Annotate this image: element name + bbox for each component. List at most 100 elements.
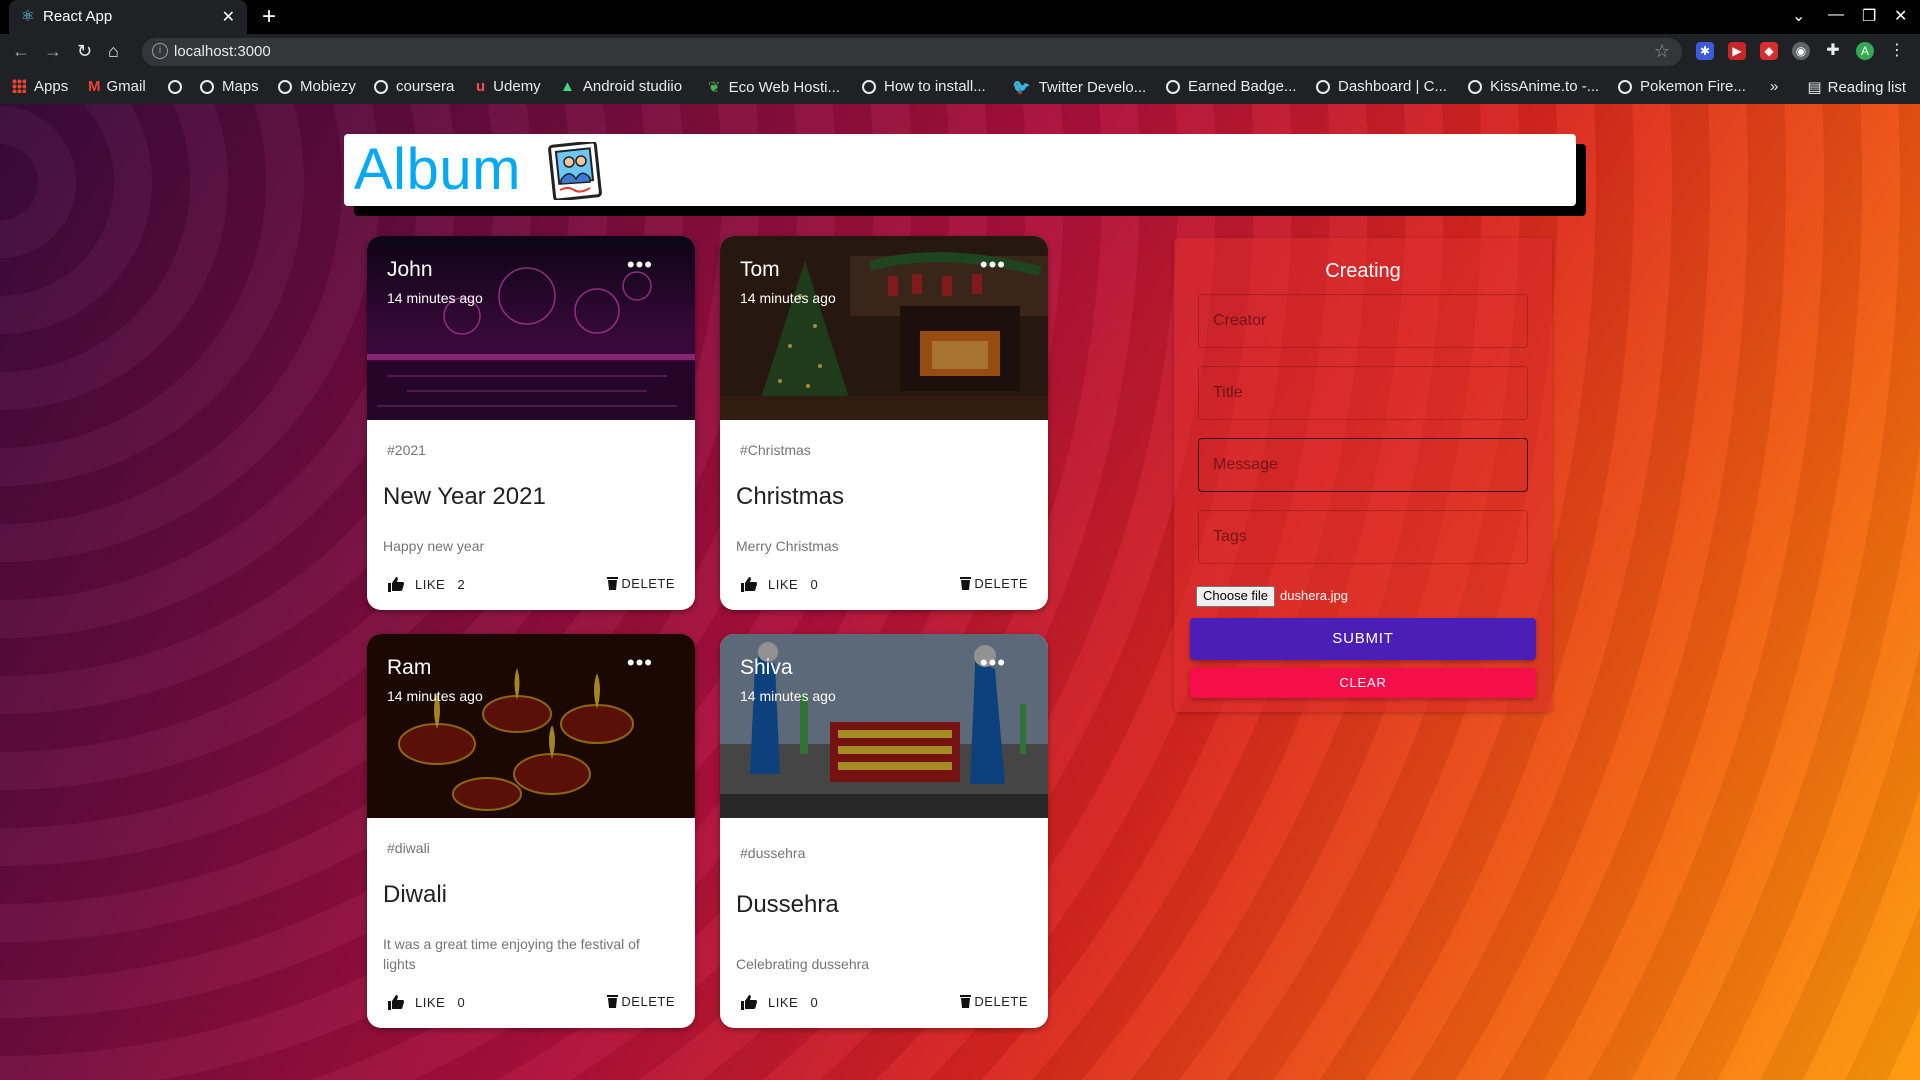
android-icon: ▲ bbox=[560, 78, 575, 95]
post-creator: Shiva bbox=[740, 656, 793, 679]
thumb-up-icon bbox=[741, 995, 758, 1010]
like-count: 0 bbox=[810, 995, 819, 1010]
like-count: 0 bbox=[810, 577, 819, 592]
delete-button[interactable]: DELETE bbox=[960, 576, 1028, 591]
close-tab-icon[interactable]: ✕ bbox=[222, 7, 235, 27]
like-button[interactable]: LIKE 0 bbox=[740, 994, 818, 1010]
post-tags: #Christmas bbox=[740, 442, 811, 458]
tags-field[interactable]: Tags bbox=[1198, 510, 1528, 564]
thumb-up-icon bbox=[388, 995, 405, 1010]
new-tab-icon[interactable]: + bbox=[262, 3, 276, 31]
minimize-icon[interactable]: — bbox=[1828, 6, 1844, 24]
bookmarks-bar: Apps M Gmail Maps Mobiezy coursera u Udemy… bbox=[0, 70, 1920, 105]
create-post-form: Creating Creator Title Message Tags Choo… bbox=[1174, 238, 1552, 712]
profile-avatar[interactable]: A bbox=[1856, 42, 1874, 60]
forward-icon[interactable]: → bbox=[44, 41, 62, 62]
extension-badge-icon[interactable]: ▶ bbox=[1728, 42, 1746, 60]
globe-icon bbox=[278, 80, 292, 94]
menu-kebab-icon[interactable]: ⋮ bbox=[1888, 42, 1906, 60]
post-card: Shiva 14 minutes ago ••• #dussehra Dusse… bbox=[720, 634, 1048, 1028]
bookmark-eco-web[interactable]: ❦ Eco Web Hosti... bbox=[708, 78, 840, 96]
bookmark-earned-badge[interactable]: Earned Badge... bbox=[1166, 78, 1296, 95]
selected-file-name: dushera.jpg bbox=[1280, 588, 1348, 603]
bookmark-star-icon[interactable]: ☆ bbox=[1654, 41, 1670, 62]
more-options-icon[interactable]: ••• bbox=[980, 254, 1006, 276]
post-message: It was a great time enjoying the festiva… bbox=[383, 936, 640, 972]
bookmark-android-studio[interactable]: ▲ Android studiio bbox=[560, 78, 682, 95]
post-creator: Tom bbox=[740, 258, 780, 281]
like-button[interactable]: LIKE 0 bbox=[740, 576, 818, 592]
globe-icon bbox=[374, 80, 388, 94]
tab-strip: ⚛ React App ✕ + ⌄ — ❐ ✕ bbox=[0, 0, 1920, 34]
restore-icon[interactable]: ❐ bbox=[1862, 6, 1876, 26]
extension-puzzle-blue-icon[interactable]: ✱ bbox=[1696, 42, 1714, 60]
submit-button[interactable]: SUBMIT bbox=[1190, 618, 1536, 660]
bookmark-maps[interactable]: Maps bbox=[200, 78, 259, 95]
extension-red-icon[interactable]: ◆ bbox=[1760, 42, 1778, 60]
post-tags: #2021 bbox=[387, 442, 426, 458]
bookmark-coursera[interactable]: coursera bbox=[374, 78, 454, 95]
more-options-icon[interactable]: ••• bbox=[627, 254, 653, 276]
globe-icon bbox=[168, 80, 182, 94]
bookmark-udemy[interactable]: u Udemy bbox=[476, 78, 541, 95]
bookmark-how-to-install[interactable]: How to install... bbox=[862, 78, 986, 95]
post-time: 14 minutes ago bbox=[740, 290, 836, 306]
like-button[interactable]: LIKE 2 bbox=[387, 576, 465, 592]
post-title: New Year 2021 bbox=[383, 483, 546, 510]
bookmark-twitter[interactable]: 🐦 Twitter Develo... bbox=[1012, 78, 1146, 96]
message-field[interactable]: Message bbox=[1198, 438, 1528, 492]
home-icon[interactable]: ⌂ bbox=[108, 41, 119, 62]
app-header: Album bbox=[344, 134, 1576, 206]
url-text: localhost:3000 bbox=[174, 43, 271, 60]
post-card: John 14 minutes ago ••• #2021 New Year 2… bbox=[367, 236, 695, 610]
bookmark-dashboard[interactable]: Dashboard | C... bbox=[1316, 78, 1447, 95]
browser-tab[interactable]: ⚛ React App ✕ bbox=[9, 0, 247, 34]
bookmark-gmail[interactable]: M Gmail bbox=[88, 78, 146, 95]
more-options-icon[interactable]: ••• bbox=[627, 652, 653, 674]
app-page: Album John 14 minutes ago ••• #2021 New … bbox=[0, 104, 1920, 1080]
bookmark-globe[interactable] bbox=[168, 78, 190, 95]
post-creator: Ram bbox=[387, 656, 432, 679]
gmail-icon: M bbox=[88, 78, 101, 95]
apps-grid-icon bbox=[12, 79, 26, 93]
globe-icon bbox=[1166, 80, 1180, 94]
post-time: 14 minutes ago bbox=[387, 290, 483, 306]
reload-icon[interactable]: ↻ bbox=[77, 41, 92, 62]
close-window-icon[interactable]: ✕ bbox=[1894, 6, 1907, 26]
creator-field[interactable]: Creator bbox=[1198, 294, 1528, 348]
globe-icon bbox=[862, 80, 876, 94]
post-tags: #diwali bbox=[387, 840, 430, 856]
clear-button[interactable]: CLEAR bbox=[1190, 668, 1536, 698]
title-field[interactable]: Title bbox=[1198, 366, 1528, 420]
post-title: Dussehra bbox=[736, 891, 839, 918]
post-creator: John bbox=[387, 258, 433, 281]
trash-icon bbox=[607, 577, 619, 590]
trash-icon bbox=[960, 577, 972, 590]
delete-button[interactable]: DELETE bbox=[960, 994, 1028, 1009]
choose-file-button[interactable]: Choose file bbox=[1196, 586, 1276, 607]
delete-button[interactable]: DELETE bbox=[607, 576, 675, 591]
trash-icon bbox=[960, 995, 972, 1008]
more-options-icon[interactable]: ••• bbox=[980, 652, 1006, 674]
extensions-puzzle-icon[interactable]: ✚ bbox=[1824, 42, 1842, 60]
address-bar[interactable]: i localhost:3000 ☆ bbox=[142, 38, 1682, 66]
bookmark-mobiezy[interactable]: Mobiezy bbox=[278, 78, 356, 95]
post-message: Happy new year bbox=[383, 538, 485, 554]
reading-list-button[interactable]: ▤ Reading list bbox=[1807, 78, 1906, 96]
album-photo-icon bbox=[548, 142, 602, 200]
post-tags: #dussehra bbox=[740, 845, 806, 861]
post-card: Tom 14 minutes ago ••• #Christmas Christ… bbox=[720, 236, 1048, 610]
app-title: Album bbox=[354, 137, 521, 202]
info-icon[interactable]: i bbox=[152, 43, 168, 59]
like-button[interactable]: LIKE 0 bbox=[387, 994, 465, 1010]
bookmark-pokemon[interactable]: Pokemon Fire... bbox=[1618, 78, 1746, 95]
bookmark-apps[interactable]: Apps bbox=[12, 78, 68, 95]
bookmarks-overflow-button[interactable]: » bbox=[1770, 78, 1778, 95]
udemy-icon: u bbox=[476, 78, 486, 95]
extension-circle-icon[interactable]: ◉ bbox=[1792, 42, 1810, 60]
back-icon[interactable]: ← bbox=[12, 41, 30, 62]
tab-search-icon[interactable]: ⌄ bbox=[1792, 6, 1805, 26]
twitter-icon: 🐦 bbox=[1012, 79, 1031, 96]
bookmark-kissanime[interactable]: KissAnime.to -... bbox=[1468, 78, 1599, 95]
delete-button[interactable]: DELETE bbox=[607, 994, 675, 1009]
